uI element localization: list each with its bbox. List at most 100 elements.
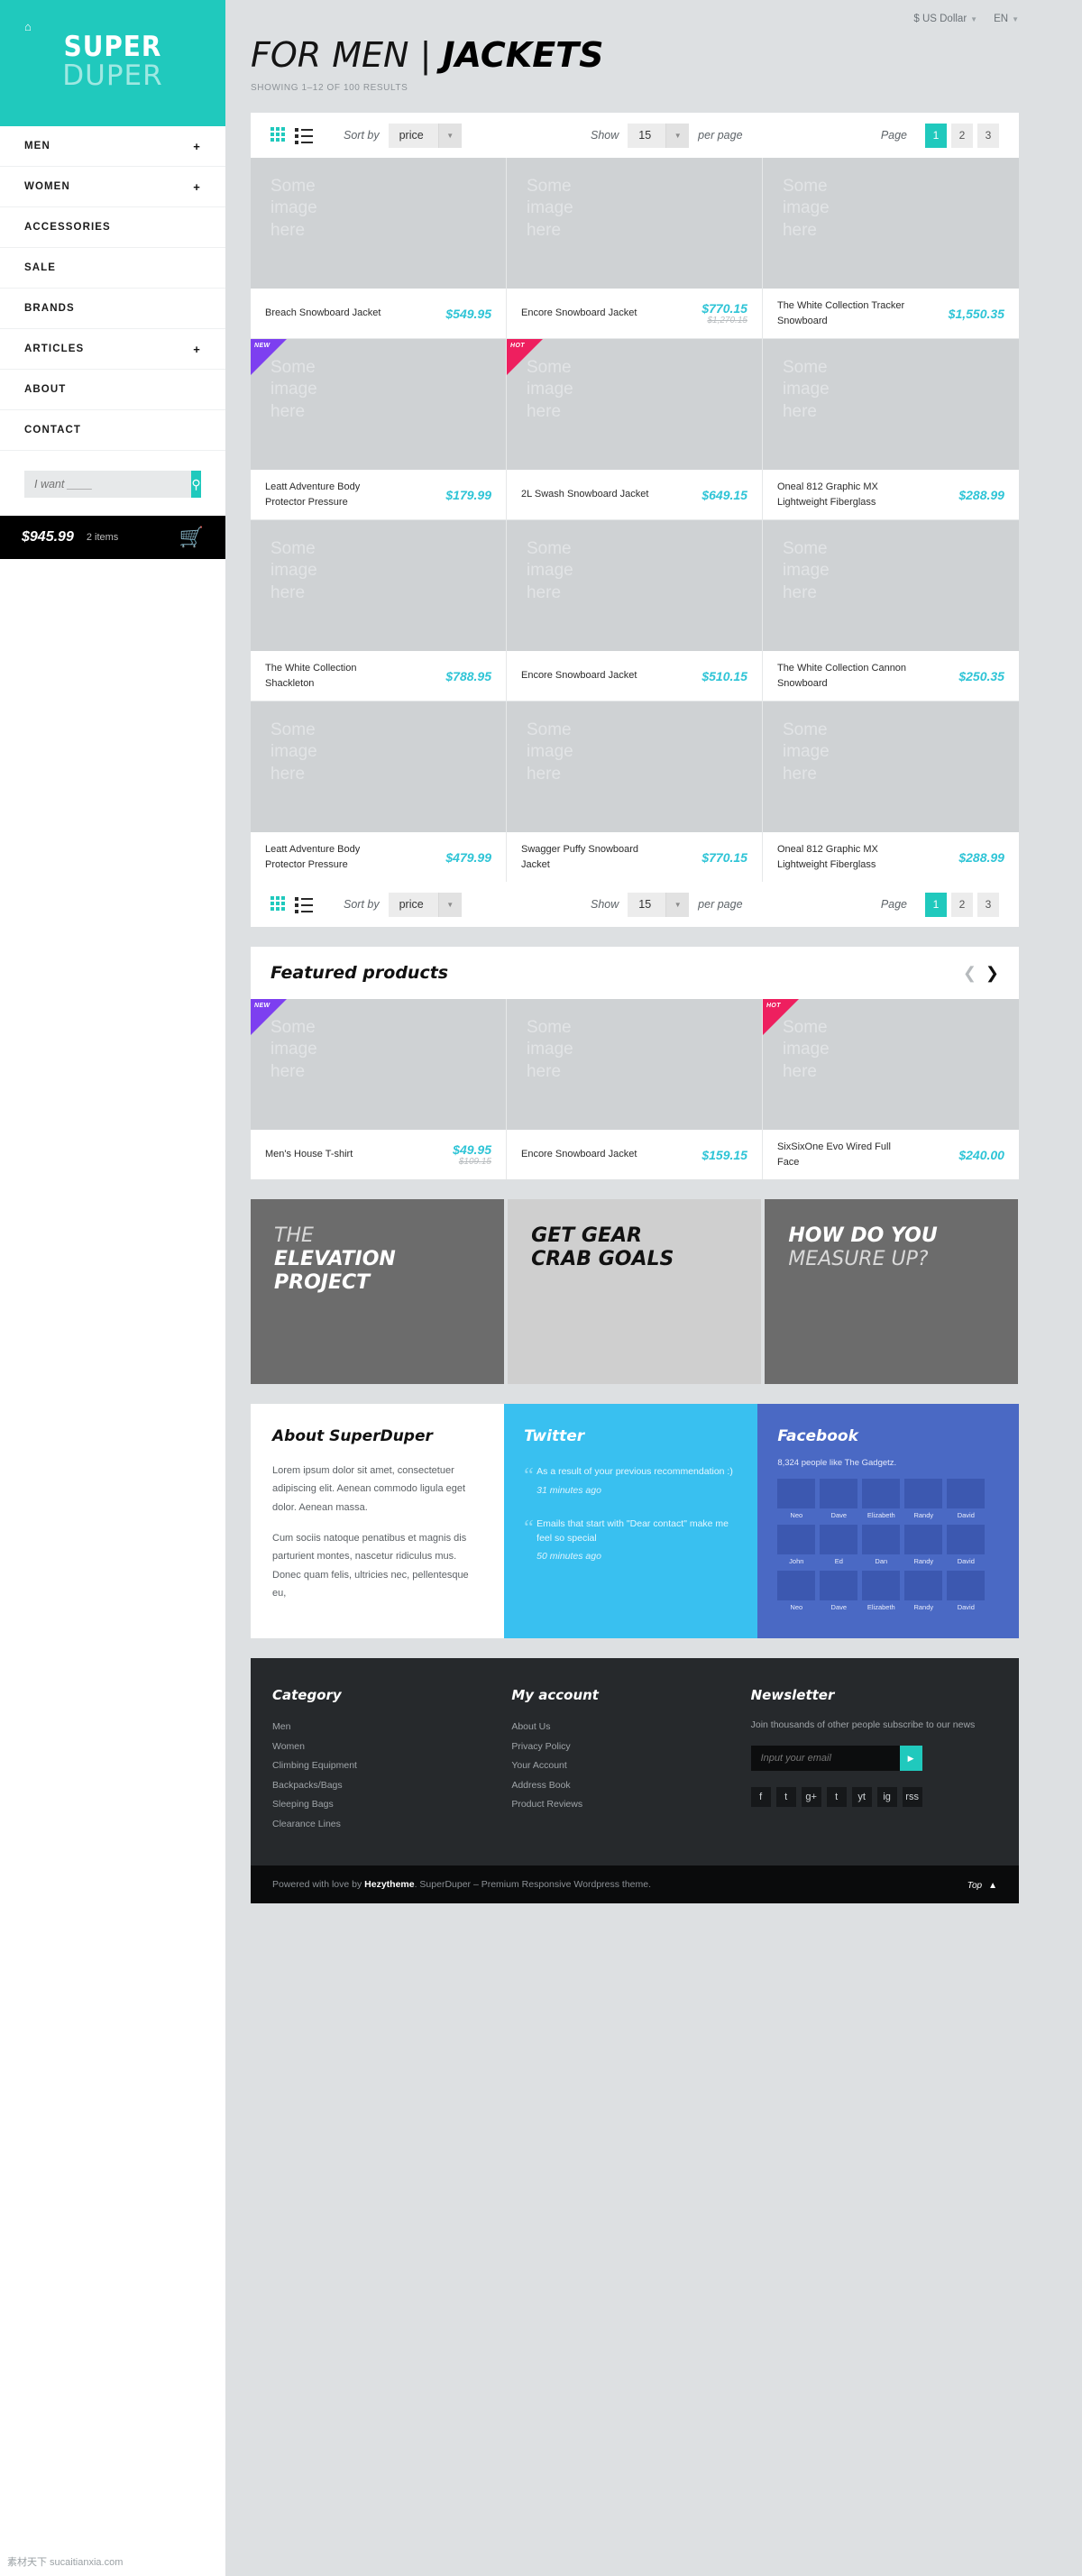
footer-link[interactable]: Sleeping Bags [272, 1795, 511, 1815]
product-image[interactable]: Some image here [762, 339, 1019, 470]
promo-banner[interactable]: HOW DO YOU MEASURE UP? [765, 1199, 1019, 1384]
home-icon[interactable]: ⌂ [24, 20, 32, 33]
facebook-face[interactable]: Elizabeth [862, 1571, 901, 1611]
product-image[interactable]: Some image here [762, 701, 1019, 832]
sidebar-item-about[interactable]: ABOUT [0, 370, 225, 410]
expand-icon[interactable]: + [193, 343, 201, 356]
social-f-icon[interactable]: f [750, 1787, 771, 1808]
footer-link[interactable]: Privacy Policy [511, 1737, 750, 1757]
grid-view-icon[interactable] [270, 126, 285, 144]
promo-banner[interactable]: THE ELEVATION PROJECT [251, 1199, 505, 1384]
brand-logo[interactable]: ⌂ SUPER DUPER [0, 0, 225, 126]
footer-link[interactable]: Address Book [511, 1776, 750, 1796]
sidebar-item-sale[interactable]: SALE [0, 248, 225, 289]
page-button-2[interactable]: 2 [951, 892, 974, 917]
chevron-right-icon[interactable]: ❯ [986, 964, 999, 983]
currency-selector[interactable]: $ US Dollar ▼ [913, 14, 977, 24]
product-card[interactable]: HOT Some image here SixSixOne Evo Wired Full… [762, 999, 1019, 1179]
product-image[interactable]: Some image here [506, 999, 762, 1130]
product-image[interactable]: Some image here [762, 520, 1019, 651]
sort-select[interactable]: price ▼ [388, 892, 462, 917]
product-card[interactable]: HOT Some image here 2L Swash Snowboard Jacke… [506, 339, 763, 519]
product-image[interactable]: HOT Some image here [762, 999, 1019, 1130]
footer-link[interactable]: Men [272, 1718, 511, 1737]
sidebar-item-contact[interactable]: CONTACT [0, 410, 225, 451]
product-card[interactable]: Some image here Encore Snowboard Jacket $770… [506, 158, 763, 338]
newsletter-email-input[interactable] [750, 1746, 900, 1772]
language-selector[interactable]: EN ▼ [994, 14, 1019, 24]
sort-select[interactable]: price ▼ [388, 123, 462, 148]
facebook-face[interactable]: Elizabeth [862, 1479, 901, 1519]
sidebar-item-articles[interactable]: ARTICLES + [0, 329, 225, 370]
facebook-face[interactable]: Dan [862, 1525, 901, 1565]
social-t-icon[interactable]: t [775, 1787, 796, 1808]
product-image[interactable]: Some image here [251, 158, 506, 289]
facebook-face[interactable]: David [947, 1525, 986, 1565]
product-image[interactable]: Some image here [506, 158, 762, 289]
footer-link[interactable]: About Us [511, 1718, 750, 1737]
facebook-face[interactable]: John [777, 1525, 816, 1565]
grid-view-icon[interactable] [270, 895, 285, 913]
show-select[interactable]: 15 ▼ [628, 123, 690, 148]
promo-banner[interactable]: GET GEAR CRAB GOALS [508, 1199, 762, 1384]
product-card[interactable]: Some image here The White Collection Cannon… [762, 520, 1019, 701]
product-card[interactable]: Some image here Swagger Puffy Snowboard Jac… [506, 701, 763, 882]
facebook-face[interactable]: Randy [904, 1479, 943, 1519]
list-view-icon[interactable] [295, 127, 313, 144]
facebook-face[interactable]: Dave [820, 1479, 858, 1519]
chevron-left-icon[interactable]: ❮ [963, 964, 977, 983]
product-card[interactable]: Some image here Oneal 812 Graphic MX Lightw… [762, 339, 1019, 519]
facebook-face[interactable]: Neo [777, 1571, 816, 1611]
expand-icon[interactable]: + [193, 180, 201, 194]
product-card[interactable]: Some image here Breach Snowboard Jacket $549… [251, 158, 507, 338]
social-rss-icon[interactable]: rss [902, 1787, 922, 1808]
social-yt-icon[interactable]: yt [851, 1787, 872, 1808]
product-card[interactable]: Some image here The White Collection Shackl… [251, 520, 507, 701]
expand-icon[interactable]: + [193, 140, 201, 153]
page-button-1[interactable]: 1 [925, 892, 948, 917]
facebook-face[interactable]: Randy [904, 1571, 943, 1611]
footer-link[interactable]: Climbing Equipment [272, 1756, 511, 1776]
facebook-face[interactable]: Dave [820, 1571, 858, 1611]
footer-link[interactable]: Backpacks/Bags [272, 1776, 511, 1796]
product-image[interactable]: HOT Some image here [506, 339, 762, 470]
social-g+-icon[interactable]: g+ [801, 1787, 821, 1808]
product-image[interactable]: Some image here [762, 158, 1019, 289]
facebook-face[interactable]: David [947, 1479, 986, 1519]
footer-link[interactable]: Product Reviews [511, 1795, 750, 1815]
sidebar-item-women[interactable]: WOMEN + [0, 167, 225, 207]
list-view-icon[interactable] [295, 896, 313, 913]
page-button-3[interactable]: 3 [977, 123, 1000, 148]
search-button[interactable]: ⚲ [191, 471, 201, 498]
newsletter-submit-button[interactable]: ▶ [899, 1746, 922, 1772]
product-image[interactable]: NEW Some image here [251, 339, 506, 470]
sidebar-item-men[interactable]: MEN + [0, 126, 225, 167]
show-select[interactable]: 15 ▼ [628, 892, 690, 917]
facebook-face[interactable]: Neo [777, 1479, 816, 1519]
product-card[interactable]: NEW Some image here Men's House T-shirt $49.9… [251, 999, 507, 1179]
product-card[interactable]: Some image here Oneal 812 Graphic MX Lightw… [762, 701, 1019, 882]
social-ig-icon[interactable]: ig [876, 1787, 897, 1808]
footer-link[interactable]: Your Account [511, 1756, 750, 1776]
cart-summary[interactable]: $945.99 2 items 🛒 [0, 516, 225, 559]
product-image[interactable]: Some image here [251, 701, 506, 832]
product-image[interactable]: Some image here [506, 520, 762, 651]
facebook-face[interactable]: Randy [904, 1525, 943, 1565]
search-input[interactable] [24, 471, 191, 498]
product-image[interactable]: Some image here [506, 701, 762, 832]
facebook-face[interactable]: David [947, 1571, 986, 1611]
page-button-3[interactable]: 3 [977, 892, 1000, 917]
footer-link[interactable]: Women [272, 1737, 511, 1757]
back-to-top-button[interactable]: Top ▲ [961, 1878, 997, 1891]
social-t-icon[interactable]: t [826, 1787, 847, 1808]
sidebar-item-brands[interactable]: BRANDS [0, 289, 225, 329]
facebook-face[interactable]: Ed [820, 1525, 858, 1565]
product-card[interactable]: Some image here The White Collection Tracke… [762, 158, 1019, 338]
product-card[interactable]: Some image here Encore Snowboard Jacket $510… [506, 520, 763, 701]
product-card[interactable]: NEW Some image here Leatt Adventure Body Pro… [251, 339, 507, 519]
product-card[interactable]: Some image here Leatt Adventure Body Protec… [251, 701, 507, 882]
sidebar-item-accessories[interactable]: ACCESSORIES [0, 207, 225, 248]
product-card[interactable]: Some image here Encore Snowboard Jacket $159… [506, 999, 763, 1179]
page-button-2[interactable]: 2 [951, 123, 974, 148]
footer-link[interactable]: Clearance Lines [272, 1815, 511, 1835]
